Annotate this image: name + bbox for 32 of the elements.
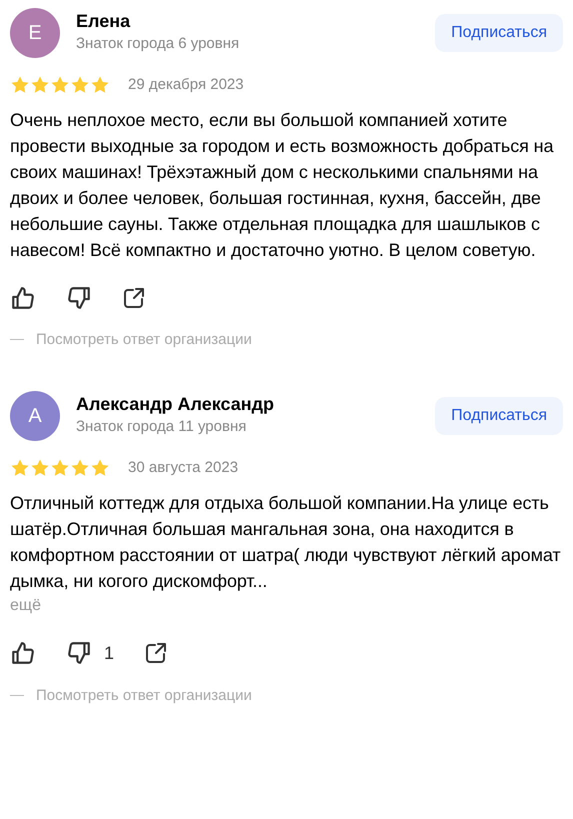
- star-icon: [30, 458, 50, 478]
- star-icon: [50, 75, 70, 96]
- star-icon: [50, 458, 70, 478]
- star-icon: [70, 75, 90, 96]
- dislike-count: 1: [104, 642, 114, 664]
- more-link[interactable]: ещё: [10, 596, 41, 614]
- star-icon: [30, 75, 50, 96]
- thumbs-up-icon[interactable]: [10, 284, 36, 310]
- avatar: А: [10, 391, 60, 441]
- review-text: Очень неплохое место, если вы большой компанией хотите провести выходные за городом и есть возможность добраться на своих машинах! Трёхэтажный дом с несколькими спальнями на двоих и более человек, большая гостинная, кухня, бассейн, две небольшие сауны. Также отдельная площадка для шашлыков с навесом! Всё компактно и достаточно уютно. В целом советую.: [10, 108, 554, 262]
- thumbs-down-icon[interactable]: [66, 640, 92, 666]
- share-icon[interactable]: [122, 286, 146, 310]
- star-icon: [10, 75, 30, 96]
- review-text: Отличный коттедж для отдыха большой компании.На улице есть шатёр.Отличная большая мангальная зона, она находится в комфортном расстоянии от шатра( люди чувствуют лёгкий аромат дымка, ни когого дискомфорт...: [10, 492, 562, 593]
- dash-line: [10, 695, 24, 696]
- dash-line: [10, 339, 24, 340]
- reviewer-name[interactable]: Александр Александр: [76, 392, 436, 416]
- thumbs-up-icon[interactable]: [10, 640, 36, 666]
- thumbs-down-icon[interactable]: [66, 284, 92, 310]
- subscribe-button[interactable]: Подписаться: [435, 14, 563, 52]
- star-icon: [90, 458, 110, 478]
- avatar: Е: [10, 8, 60, 58]
- review-date: 30 августа 2023: [128, 458, 238, 478]
- star-icon: [90, 75, 110, 96]
- reviewer-level: Знаток города 11 уровня: [76, 417, 248, 437]
- reviewer-name[interactable]: Елена: [76, 9, 436, 33]
- reviewer-level: Знаток города 6 уровня: [76, 34, 240, 54]
- star-icon: [70, 458, 90, 478]
- share-icon[interactable]: [144, 641, 168, 665]
- review-date: 29 декабря 2023: [128, 75, 244, 95]
- star-icon: [10, 458, 30, 478]
- subscribe-button[interactable]: Подписаться: [435, 397, 563, 435]
